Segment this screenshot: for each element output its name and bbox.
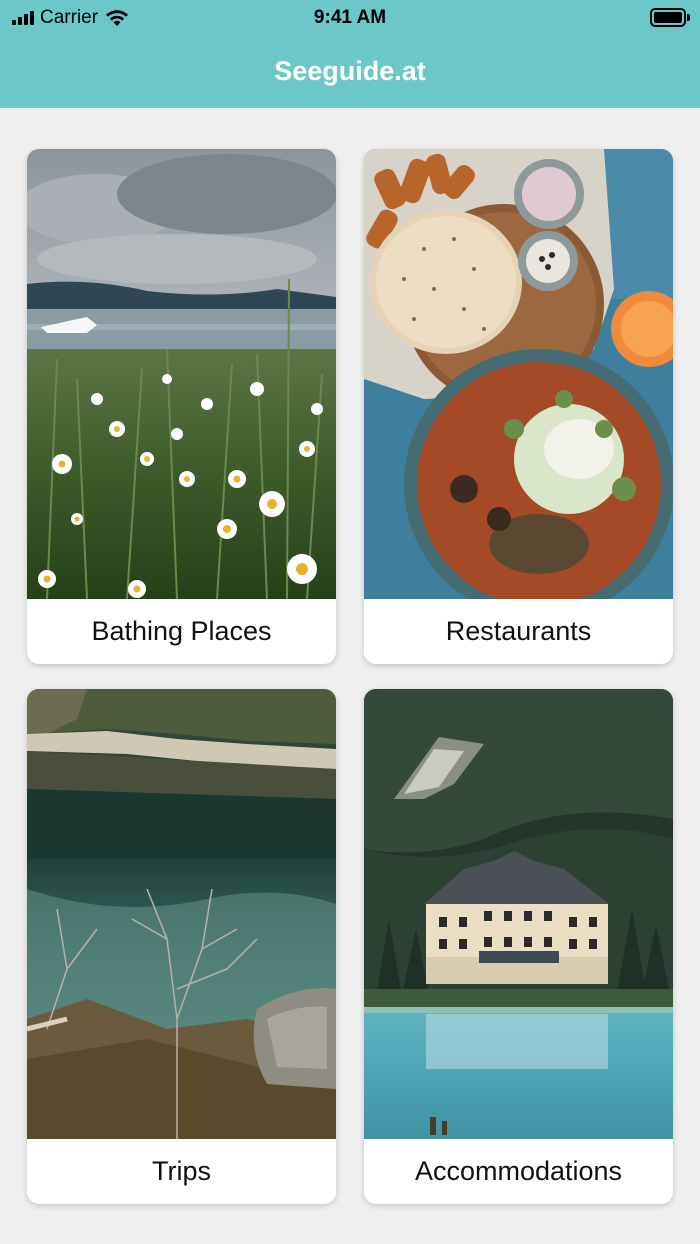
category-card-accommodations[interactable]: Accommodations (364, 689, 673, 1204)
lake-meadow-daisies-photo (27, 149, 336, 599)
category-label: Trips (152, 1156, 211, 1186)
category-card-trips[interactable]: Trips (27, 689, 336, 1204)
battery-icon (650, 8, 690, 27)
status-bar: Carrier 9:41 AM (0, 0, 700, 36)
category-label: Accommodations (414, 1156, 623, 1186)
category-label: Bathing Places (91, 616, 272, 646)
page-title: Seeguide.at (274, 56, 426, 86)
app-header: Carrier 9:41 AM Seeguide.at (0, 0, 700, 108)
lakeside-hotel-photo (364, 689, 673, 1139)
mountain-lake-reflection-photo (27, 689, 336, 1139)
category-card-restaurants[interactable]: Restaurants (364, 149, 673, 664)
status-time: 9:41 AM (313, 7, 387, 28)
category-card-bathing-places[interactable]: Bathing Places (27, 149, 336, 664)
food-table-photo (364, 149, 673, 599)
category-label: Restaurants (445, 616, 592, 646)
